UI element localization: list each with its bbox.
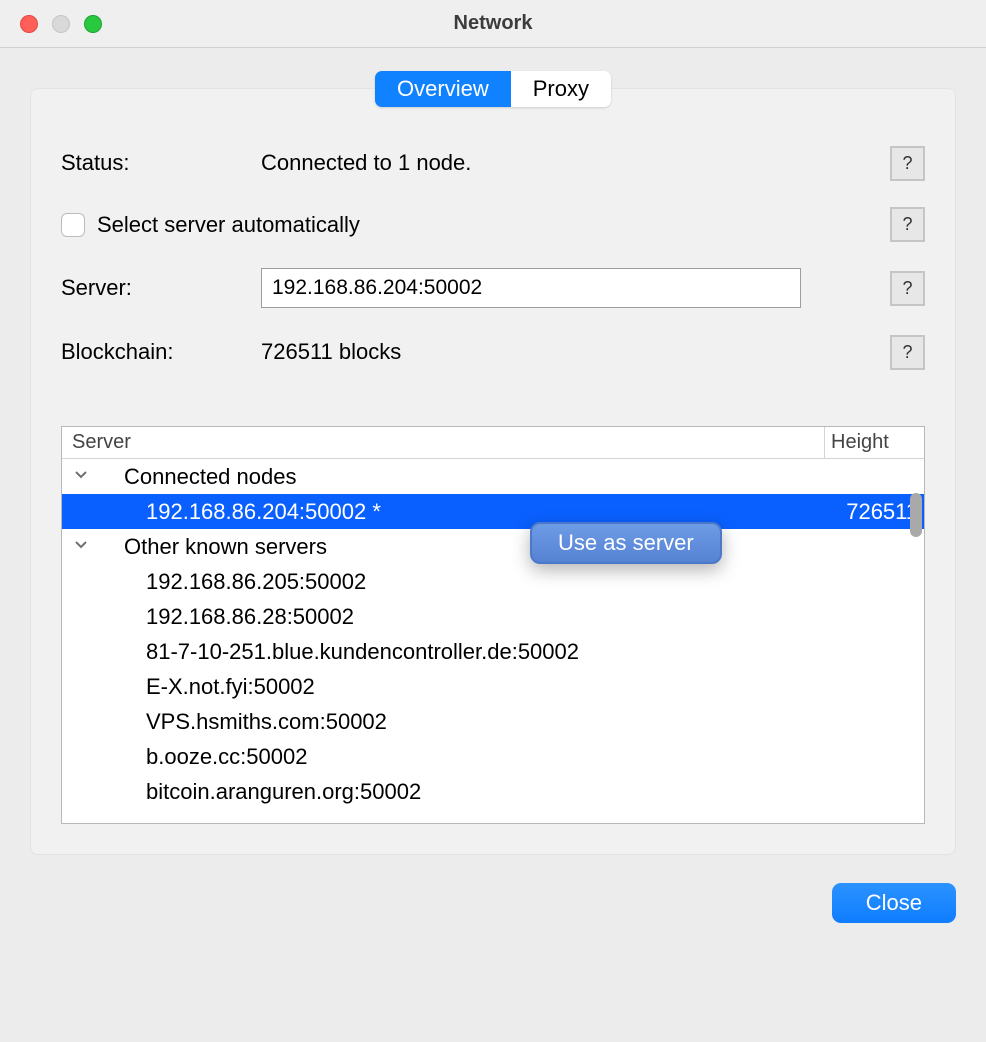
server-name: E-X.not.fyi:50002 <box>146 674 924 700</box>
tree-item-other-6[interactable]: bitcoin.aranguren.org:50002 <box>62 774 924 809</box>
status-value: Connected to 1 node. <box>261 150 885 176</box>
server-name: 192.168.86.204:50002 * <box>146 499 829 525</box>
status-row: Status: Connected to 1 node. ? <box>61 145 925 181</box>
server-help-button[interactable]: ? <box>890 271 925 306</box>
close-button[interactable]: Close <box>832 883 956 923</box>
server-name: VPS.hsmiths.com:50002 <box>146 709 924 735</box>
tree-item-connected-0[interactable]: 192.168.86.204:50002 * 726511 <box>62 494 924 529</box>
tree-group-other[interactable]: Other known servers <box>62 529 924 564</box>
tree-group-connected[interactable]: Connected nodes <box>62 459 924 494</box>
server-input[interactable] <box>261 268 801 308</box>
auto-select-help-button[interactable]: ? <box>890 207 925 242</box>
tree-item-other-2[interactable]: 81-7-10-251.blue.kundencontroller.de:500… <box>62 634 924 669</box>
server-name: 81-7-10-251.blue.kundencontroller.de:500… <box>146 639 924 665</box>
tree-item-other-4[interactable]: VPS.hsmiths.com:50002 <box>62 704 924 739</box>
auto-select-label: Select server automatically <box>97 212 885 238</box>
tab-proxy[interactable]: Proxy <box>511 71 611 107</box>
maximize-window-button[interactable] <box>84 15 102 33</box>
blockchain-label: Blockchain: <box>61 339 261 365</box>
server-label: Server: <box>61 275 261 301</box>
titlebar: Network <box>0 0 986 48</box>
minimize-window-button[interactable] <box>52 15 70 33</box>
tab-overview[interactable]: Overview <box>375 71 511 107</box>
tree-item-other-0[interactable]: 192.168.86.205:50002 <box>62 564 924 599</box>
server-name: b.ooze.cc:50002 <box>146 744 924 770</box>
close-window-button[interactable] <box>20 15 38 33</box>
context-menu-use-as-server[interactable]: Use as server <box>530 522 722 564</box>
blockchain-row: Blockchain: 726511 blocks ? <box>61 334 925 370</box>
tree-body: Connected nodes 192.168.86.204:50002 * 7… <box>62 459 924 823</box>
tab-group: Overview Proxy <box>375 71 611 107</box>
group-label: Other known servers <box>124 534 924 560</box>
footer: Close <box>0 871 986 923</box>
scrollbar-thumb[interactable] <box>910 493 922 537</box>
tree-header: Server Height <box>62 427 924 459</box>
server-row: Server: ? <box>61 268 925 308</box>
column-header-height[interactable]: Height <box>824 427 924 458</box>
tree-item-other-3[interactable]: E-X.not.fyi:50002 <box>62 669 924 704</box>
blockchain-value: 726511 blocks <box>261 339 885 365</box>
content-panel: Overview Proxy Status: Connected to 1 no… <box>30 88 956 855</box>
server-name: 192.168.86.28:50002 <box>146 604 924 630</box>
server-name: 192.168.86.205:50002 <box>146 569 924 595</box>
blockchain-help-button[interactable]: ? <box>890 335 925 370</box>
chevron-down-icon[interactable] <box>70 468 92 485</box>
tabs-row: Overview Proxy <box>61 71 925 107</box>
status-label: Status: <box>61 150 261 176</box>
auto-select-checkbox[interactable] <box>61 213 85 237</box>
column-header-server[interactable]: Server <box>62 427 824 458</box>
tree-item-other-1[interactable]: 192.168.86.28:50002 <box>62 599 924 634</box>
status-help-button[interactable]: ? <box>890 146 925 181</box>
server-tree: Server Height Connected nodes 192.168.86… <box>61 426 925 824</box>
server-name: bitcoin.aranguren.org:50002 <box>146 779 924 805</box>
group-label: Connected nodes <box>124 464 924 490</box>
tree-item-other-5[interactable]: b.ooze.cc:50002 <box>62 739 924 774</box>
chevron-down-icon[interactable] <box>70 538 92 555</box>
auto-select-row: Select server automatically ? <box>61 207 925 242</box>
window-title: Network <box>454 12 533 35</box>
traffic-lights <box>20 15 102 33</box>
